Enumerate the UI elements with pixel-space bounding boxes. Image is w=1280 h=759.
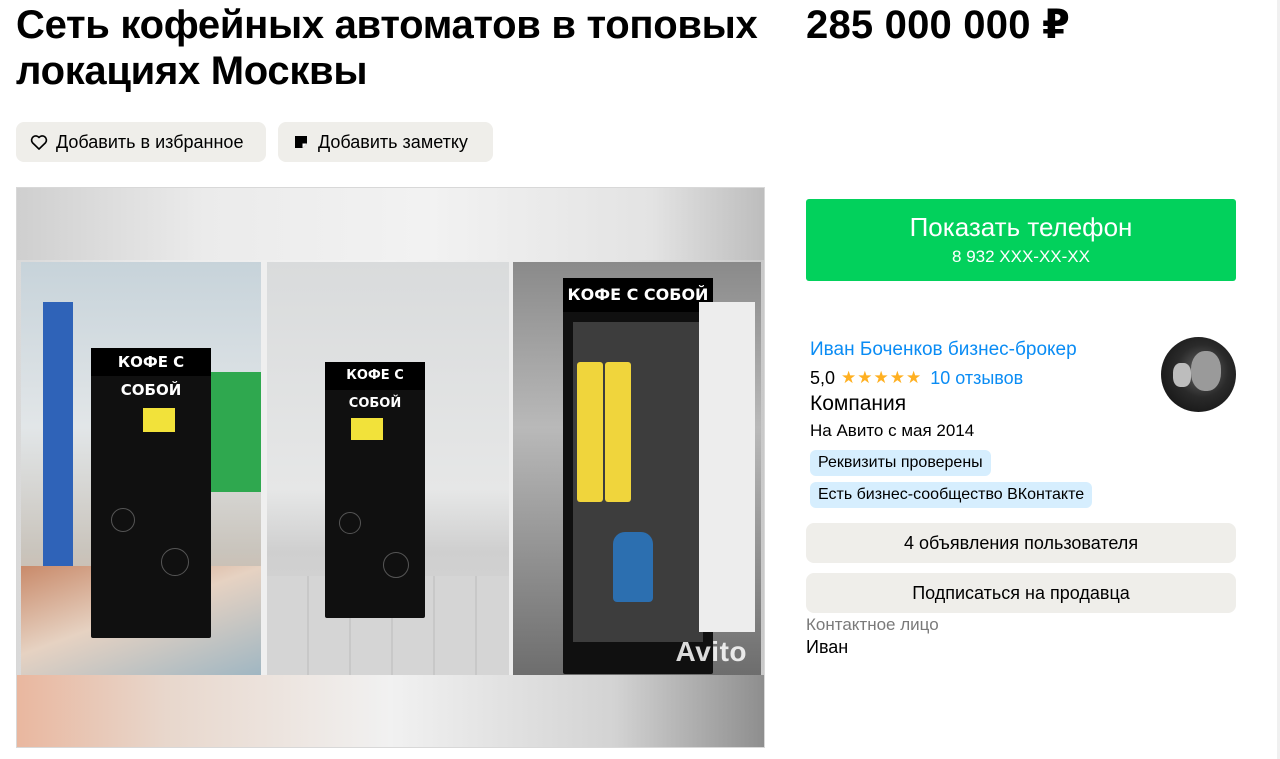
ingredient-tank [605,362,631,502]
add-note-button[interactable]: Добавить заметку [278,122,493,162]
show-phone-button[interactable]: Показать телефон 8 932 XXX-XX-XX [806,199,1236,281]
vending-machine: КОФЕ С СОБОЙ [91,348,211,638]
water-bottle [613,532,653,602]
listing-price: 285 000 000 ₽ [806,3,1070,47]
gallery-blur-background-bottom [17,675,764,747]
reviews-link[interactable]: 10 отзывов [930,368,1023,389]
phone-masked: 8 932 XXX-XX-XX [952,247,1090,266]
machine-doodle [111,508,135,532]
machine-interior [573,322,703,642]
machine-doodle [339,512,361,534]
note-icon [290,131,312,153]
rating-value: 5,0 [810,367,836,388]
badge-vk-community: Есть бизнес-сообщество ВКонтакте [810,482,1093,508]
machine-sign: КОФЕ С СОБОЙ [325,362,425,411]
subscribe-seller-button[interactable]: Подписаться на продавца [806,573,1236,613]
rating-stars-icon: ★★★★★ [841,368,923,387]
add-to-favorites-button[interactable]: Добавить в избранное [16,122,266,162]
photo-panel-mall: КОФЕ С СОБОЙ [21,262,261,676]
avatar-hand [1173,363,1191,387]
avatar-face [1191,351,1221,391]
heart-icon [28,131,50,153]
avito-watermark: Avito [675,636,747,667]
vending-machine: КОФЕ С СОБОЙ [325,362,425,618]
seller-avatar[interactable] [1161,337,1236,412]
contact-person-label: Контактное лицо [806,615,939,634]
machine-sign: КОФЕ С СОБОЙ [563,278,713,312]
machine-doodle [383,552,409,578]
seller-rating: 5,0 ★★★★★ 10 отзывов [810,367,1023,389]
photo-gallery[interactable]: КОФЕ С СОБОЙ КОФЕ С СОБОЙ КОФЕ С СОБОЙ A… [16,187,765,748]
show-phone-label: Показать телефон [909,212,1133,242]
machine-doodle [161,548,189,576]
seller-since: На Авито с мая 2014 [810,421,975,440]
add-to-favorites-label: Добавить в избранное [56,131,244,152]
machine-screen [143,408,175,432]
ingredient-tank [577,362,603,502]
machine-screen [351,418,383,440]
machine-door [699,302,755,632]
listing-title: Сеть кофейных автоматов в топовых локаци… [16,3,758,93]
add-note-label: Добавить заметку [318,131,468,152]
gallery-blur-background-top [17,188,764,260]
badge-verified: Реквизиты проверены [810,450,991,476]
photo-panel-hallway: КОФЕ С СОБОЙ [267,262,509,676]
machine-sign: КОФЕ С СОБОЙ [91,348,211,399]
seller-listings-button[interactable]: 4 объявления пользователя [806,523,1236,563]
seller-name-link[interactable]: Иван Боченков бизнес-брокер [810,339,1077,361]
blue-pillar [43,302,73,602]
photo-panel-interior: КОФЕ С СОБОЙ Avito [513,262,761,676]
seller-type: Компания [810,392,907,415]
contact-person-name: Иван [806,637,849,657]
